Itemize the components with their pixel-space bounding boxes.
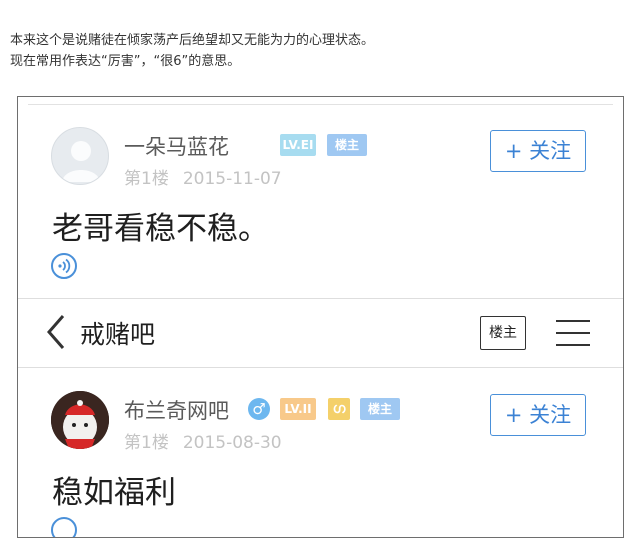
post-meta: 第1楼 2015-08-30 [124,428,282,453]
caption-line-1: 本来这个是说赌徒在倾家荡产后绝望却又无能为力的心理状态。 [10,33,375,48]
person-silhouette-icon [62,141,100,182]
voice-play-icon[interactable] [51,253,77,279]
forum-title[interactable]: 戒赌吧 [80,315,155,351]
sign-badge: ഗ [328,398,350,420]
post-date: 2015-11-07 [182,169,282,189]
menu-icon[interactable] [556,319,590,347]
back-arrow-icon[interactable] [43,313,69,351]
username[interactable]: 一朵马蓝花 [124,131,229,161]
owner-badge: 楼主 [360,398,400,420]
level-badge: LV.II [280,398,316,420]
default-avatar[interactable] [51,127,109,185]
post-content: 老哥看稳不稳。 [52,211,269,247]
post-meta: 第1楼 2015-11-07 [124,164,282,189]
user-avatar[interactable] [51,391,109,449]
male-gender-icon: ♂ [248,398,270,420]
top-divider [28,104,613,105]
embedded-screenshot: 一朵马蓝花 LV.EI 楼主 第1楼 2015-11-07 + 关注 老哥看稳不稳… [17,96,624,538]
post-date: 2015-08-30 [182,433,282,453]
floor-number: 第1楼 [124,433,169,453]
owner-badge: 楼主 [327,134,367,156]
username[interactable]: 布兰奇网吧 [124,395,229,425]
dog-avatar-icon [51,391,109,449]
owner-only-button[interactable]: 楼主 [480,316,526,350]
follow-button[interactable]: + 关注 [490,130,586,172]
floor-number: 第1楼 [124,169,169,189]
post-content: 稳如福利 [52,475,176,511]
follow-button[interactable]: + 关注 [490,394,586,436]
caption-line-2: 现在常用作表达“厉害”，“很6”的意思。 [10,54,241,69]
forum-nav-bar: 戒赌吧 楼主 [18,298,623,368]
level-badge: LV.EI [280,134,316,156]
voice-play-icon[interactable] [51,517,77,537]
